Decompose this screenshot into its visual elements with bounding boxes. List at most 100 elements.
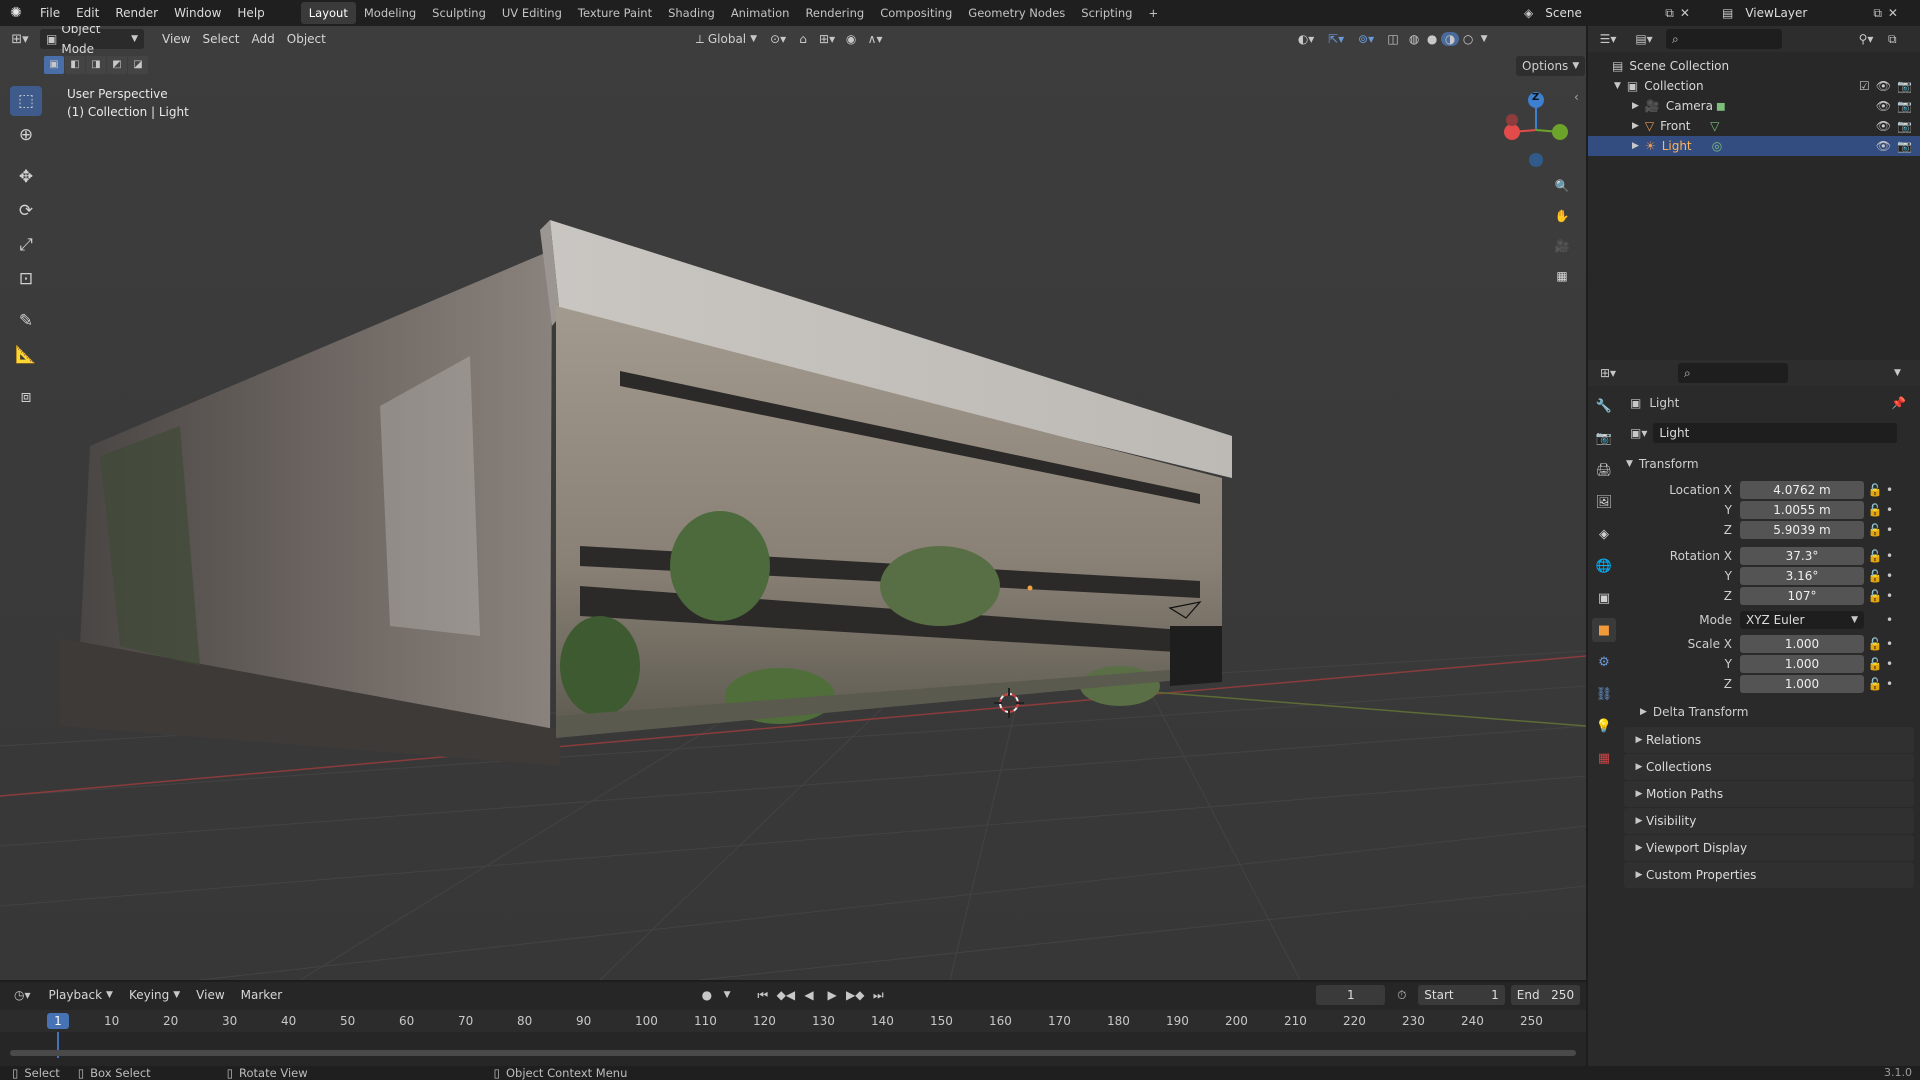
- blender-logo-icon[interactable]: ✺: [0, 5, 32, 21]
- chevron-down-icon[interactable]: ▼: [720, 990, 733, 1000]
- new-scene-icon[interactable]: ⧉: [1665, 6, 1674, 21]
- select-subtract-icon[interactable]: ◨: [86, 56, 106, 74]
- new-collection-icon[interactable]: ⧉: [1888, 32, 1897, 47]
- expand-arrow-icon[interactable]: ▶: [1632, 141, 1639, 151]
- object-type-icon[interactable]: ▣▾: [1630, 426, 1647, 440]
- collapse-arrow-icon[interactable]: ▼: [1614, 81, 1621, 91]
- lock-icon[interactable]: 🔓: [1864, 569, 1886, 583]
- pivot-point-icon[interactable]: ⊙▾: [763, 32, 793, 46]
- rendered-shading-icon[interactable]: ○: [1459, 32, 1477, 46]
- delete-view-layer-icon[interactable]: ✕: [1888, 6, 1898, 20]
- relations-panel[interactable]: ▶ Relations: [1624, 727, 1914, 753]
- scene-name-field[interactable]: Scene: [1539, 3, 1660, 23]
- rotation-mode-dropdown[interactable]: XYZ Euler ▼: [1740, 611, 1864, 629]
- lock-icon[interactable]: 🔓: [1864, 589, 1886, 603]
- scene-selector[interactable]: ◈ Scene ⧉ ✕: [1524, 3, 1710, 23]
- chevron-down-icon[interactable]: ▼: [1626, 459, 1633, 469]
- render-camera-icon[interactable]: 📷: [1897, 139, 1912, 153]
- play-reverse-icon[interactable]: ◀: [799, 988, 818, 1002]
- render-camera-icon[interactable]: 📷: [1897, 119, 1912, 133]
- lock-icon[interactable]: 🔓: [1864, 637, 1886, 651]
- move-tool-icon[interactable]: ✥: [10, 162, 42, 192]
- jump-end-icon[interactable]: ⏭: [869, 988, 888, 1003]
- render-camera-icon[interactable]: 📷: [1897, 99, 1912, 113]
- current-frame-field[interactable]: 1: [1316, 985, 1386, 1005]
- visibility-panel[interactable]: ▶ Visibility: [1624, 808, 1914, 834]
- tab-shading[interactable]: Shading: [660, 2, 723, 24]
- data-tab-icon[interactable]: 💡: [1592, 714, 1616, 738]
- properties-editor-icon[interactable]: ⊞▾: [1594, 366, 1622, 380]
- display-mode-icon[interactable]: ▤▾: [1630, 32, 1658, 46]
- delta-transform-header[interactable]: Delta Transform: [1653, 705, 1749, 719]
- lock-icon[interactable]: 🔓: [1864, 549, 1886, 563]
- overlay-toggle-icon[interactable]: ⊚▾: [1351, 32, 1381, 46]
- custom-properties-panel[interactable]: ▶ Custom Properties: [1624, 862, 1914, 888]
- outliner-item-front[interactable]: ▶ ▽ Front ▽ 👁 📷: [1588, 116, 1920, 136]
- pan-view-icon[interactable]: ✋: [1550, 204, 1574, 228]
- rotate-tool-icon[interactable]: ⟳: [10, 196, 42, 226]
- timeline-editor-icon[interactable]: ◷▾: [6, 988, 38, 1002]
- tab-uv-editing[interactable]: UV Editing: [494, 2, 570, 24]
- world-tab-icon[interactable]: 🌐: [1592, 554, 1616, 578]
- tab-geometry-nodes[interactable]: Geometry Nodes: [960, 2, 1073, 24]
- chevron-right-icon[interactable]: ▶: [1640, 707, 1647, 717]
- menu-timeline-view[interactable]: View: [190, 985, 230, 1005]
- options-dropdown[interactable]: Options ▼: [1516, 56, 1586, 76]
- lock-icon[interactable]: 🔓: [1864, 523, 1886, 537]
- proportional-edit-icon[interactable]: ◉: [841, 32, 861, 46]
- view-layer-name-field[interactable]: ViewLayer: [1739, 3, 1868, 23]
- outliner-search-input[interactable]: ⌕: [1666, 29, 1782, 49]
- texture-tab-icon[interactable]: ▦: [1592, 746, 1616, 770]
- transform-header[interactable]: Transform: [1639, 457, 1699, 471]
- select-box-tool-icon[interactable]: ⬚: [10, 86, 42, 116]
- menu-add[interactable]: Add: [246, 29, 281, 49]
- select-extend-icon[interactable]: ◧: [65, 56, 85, 74]
- pin-icon[interactable]: 📌: [1891, 396, 1906, 410]
- rotation-z-field[interactable]: 107°: [1740, 587, 1864, 605]
- object-name-field[interactable]: Light: [1653, 423, 1898, 443]
- constraints-tab-icon[interactable]: ⛓: [1592, 682, 1616, 706]
- menu-render[interactable]: Render: [107, 0, 166, 26]
- render-camera-icon[interactable]: 📷: [1897, 79, 1912, 93]
- menu-select[interactable]: Select: [196, 29, 245, 49]
- menu-help[interactable]: Help: [229, 0, 272, 26]
- eye-icon[interactable]: 👁: [1876, 119, 1891, 133]
- tab-modeling[interactable]: Modeling: [356, 2, 424, 24]
- tab-compositing[interactable]: Compositing: [872, 2, 960, 24]
- view-layer-selector[interactable]: ▤ ViewLayer ⧉ ✕: [1722, 3, 1918, 23]
- keyframe-dot-icon[interactable]: •: [1886, 503, 1893, 517]
- annotate-tool-icon[interactable]: ✎: [10, 306, 42, 336]
- visibility-icon[interactable]: ◐▾: [1291, 32, 1321, 46]
- expand-arrow-icon[interactable]: ▶: [1632, 101, 1639, 111]
- scale-tool-icon[interactable]: ⤢: [10, 230, 42, 260]
- ortho-toggle-icon[interactable]: ▦: [1550, 264, 1574, 288]
- menu-window[interactable]: Window: [166, 0, 229, 26]
- filter-icon[interactable]: ⚲▾: [1852, 32, 1880, 46]
- lock-icon[interactable]: 🔓: [1864, 677, 1886, 691]
- rotation-x-field[interactable]: 37.3°: [1740, 547, 1864, 565]
- rotation-y-field[interactable]: 3.16°: [1740, 567, 1864, 585]
- motion-paths-panel[interactable]: ▶ Motion Paths: [1624, 781, 1914, 807]
- mode-dropdown[interactable]: ▣ Object Mode ▼: [40, 26, 144, 56]
- solid-shading-icon[interactable]: ●: [1423, 32, 1441, 46]
- viewport-display-panel[interactable]: ▶ Viewport Display: [1624, 835, 1914, 861]
- viewport-3d[interactable]: ⊞▾ ▣ Object Mode ▼ View Select Add Objec…: [0, 26, 1586, 980]
- chevron-down-icon[interactable]: ▼: [1477, 34, 1491, 44]
- scene-tab-icon[interactable]: ◈: [1592, 522, 1616, 546]
- scale-y-field[interactable]: 1.000: [1740, 655, 1864, 673]
- chevron-down-icon[interactable]: ▼: [1894, 368, 1901, 378]
- collections-panel[interactable]: ▶ Collections: [1624, 754, 1914, 780]
- scale-x-field[interactable]: 1.000: [1740, 635, 1864, 653]
- output-tab-icon[interactable]: 🖨: [1592, 458, 1616, 482]
- eye-icon[interactable]: 👁: [1876, 99, 1891, 113]
- expand-arrow-icon[interactable]: ▶: [1632, 121, 1639, 131]
- cursor-tool-icon[interactable]: ⊕: [10, 120, 42, 150]
- keyframe-dot-icon[interactable]: •: [1886, 637, 1893, 651]
- collapse-sidebar-icon[interactable]: ‹: [1574, 90, 1579, 104]
- outliner-item-light[interactable]: ▶ ☀ Light ◎ 👁 📷: [1588, 136, 1920, 156]
- play-icon[interactable]: ▶: [823, 988, 842, 1002]
- lock-icon[interactable]: 🔓: [1864, 503, 1886, 517]
- start-frame-field[interactable]: Start 1: [1418, 985, 1505, 1005]
- camera-view-icon[interactable]: 🎥: [1550, 234, 1574, 258]
- tab-sculpting[interactable]: Sculpting: [424, 2, 494, 24]
